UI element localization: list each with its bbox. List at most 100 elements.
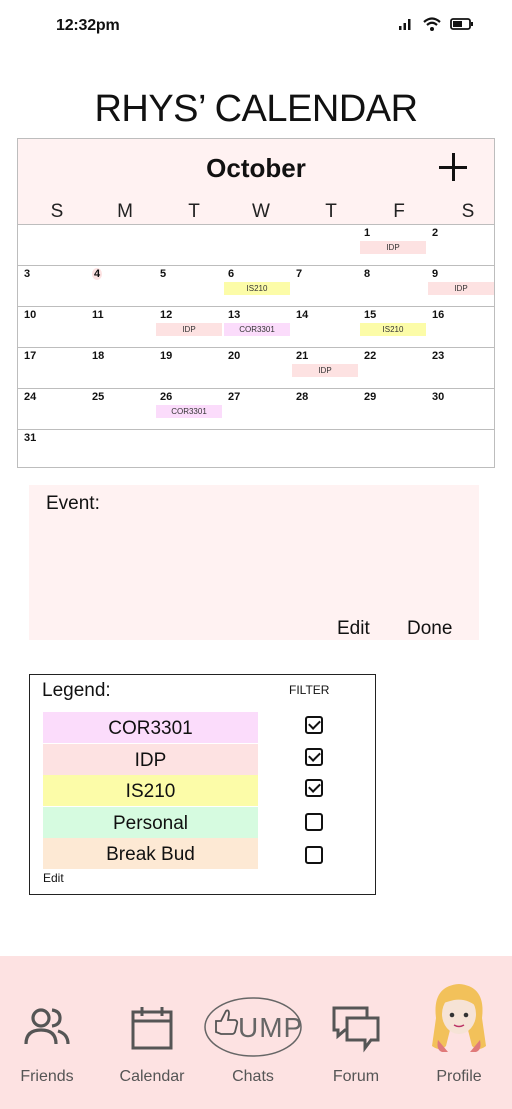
nav-profile[interactable]: Profile xyxy=(414,956,504,1096)
nav-chats[interactable]: UMP Chats xyxy=(204,956,302,1096)
calendar-day-cell[interactable]: 1 IDP xyxy=(360,226,427,265)
day-number: 15 xyxy=(364,309,377,321)
calendar-day-cell[interactable]: 5 xyxy=(156,267,223,306)
calendar-day-cell[interactable]: 10 xyxy=(20,308,87,347)
calendar-day-cell xyxy=(88,226,155,265)
day-number: 28 xyxy=(296,391,309,403)
calendar-event-chip[interactable]: COR3301 xyxy=(224,323,290,336)
calendar-day-cell[interactable]: 17 xyxy=(20,349,87,388)
day-number: 21 xyxy=(296,350,309,362)
calendar-day-cell[interactable]: 3 xyxy=(20,267,87,306)
day-number: 12 xyxy=(160,309,173,321)
nav-calendar[interactable]: Calendar xyxy=(107,956,197,1096)
calendar-day-cell[interactable]: 15 IS210 xyxy=(360,308,427,347)
legend-edit-button[interactable]: Edit xyxy=(43,871,64,885)
calendar-day-cell[interactable]: 2 xyxy=(428,226,495,265)
day-number: 17 xyxy=(24,350,37,362)
calendar-day-cell[interactable]: 22 xyxy=(360,349,427,388)
calendar-day-cell[interactable]: 6 IS210 xyxy=(224,267,291,306)
day-number: 18 xyxy=(92,350,105,362)
weekday-label: M xyxy=(117,201,133,222)
friends-icon xyxy=(24,1008,70,1045)
status-icons xyxy=(398,16,474,32)
calendar-event-chip[interactable]: IS210 xyxy=(360,323,426,336)
calendar-day-cell[interactable]: 8 xyxy=(360,267,427,306)
calendar-day-cell xyxy=(292,431,359,470)
calendar-day-cell[interactable]: 30 xyxy=(428,390,495,429)
nav-label-forum: Forum xyxy=(332,1068,380,1085)
filter-checkbox[interactable] xyxy=(305,716,323,734)
event-panel: Event: Edit Done xyxy=(29,485,479,640)
weekday-label: T xyxy=(325,201,337,222)
day-number: 9 xyxy=(432,268,439,280)
calendar-day-cell[interactable]: 26 COR3301 xyxy=(156,390,223,429)
calendar-day-cell[interactable]: 23 xyxy=(428,349,495,388)
calendar-day-cell[interactable]: 16 xyxy=(428,308,495,347)
calendar-day-cell[interactable]: 9 IDP xyxy=(428,267,495,306)
weekday-label: S xyxy=(50,201,64,222)
nav-friends[interactable]: Friends xyxy=(2,956,92,1096)
filter-checkbox[interactable] xyxy=(305,747,323,766)
day-number: 30 xyxy=(432,391,445,403)
calendar-day-cell[interactable]: 27 xyxy=(224,390,291,429)
filter-checkbox[interactable] xyxy=(305,812,323,831)
calendar-day-cell[interactable]: 21 IDP xyxy=(292,349,359,388)
calendar-day-cell[interactable]: 20 xyxy=(224,349,291,388)
legend-item: Personal xyxy=(43,806,258,838)
day-number: 3 xyxy=(24,268,31,280)
calendar-day-cell xyxy=(224,226,291,265)
calendar-day-cell[interactable]: 7 xyxy=(292,267,359,306)
nav-label-friends: Friends xyxy=(20,1068,74,1085)
calendar-day-cell[interactable]: 4 xyxy=(88,267,155,306)
calendar-event-chip[interactable]: IDP xyxy=(292,364,358,377)
calendar-day-cell[interactable]: 14 xyxy=(292,308,359,347)
calendar-event-chip[interactable]: IS210 xyxy=(224,282,290,295)
day-number: 25 xyxy=(92,391,105,403)
calendar-header: October S M T W T F S xyxy=(18,139,494,224)
calendar-day-cell xyxy=(428,431,495,470)
filter-checkbox[interactable] xyxy=(305,779,323,797)
calendar-day-cell[interactable]: 25 xyxy=(88,390,155,429)
battery-icon xyxy=(450,17,474,31)
weekday-label: F xyxy=(393,201,405,222)
filter-checkbox[interactable] xyxy=(305,846,323,864)
calendar-day-cell xyxy=(292,226,359,265)
day-number: 13 xyxy=(228,309,241,321)
profile-avatar-icon xyxy=(432,984,486,1052)
calendar-week-row: 17 18 19 20 21 IDP 22 23 xyxy=(18,347,494,388)
day-number: 8 xyxy=(364,268,371,280)
calendar-event-chip[interactable]: IDP xyxy=(360,241,426,254)
calendar-event-chip[interactable]: IDP xyxy=(156,323,222,336)
calendar-day-cell[interactable]: 12 IDP xyxy=(156,308,223,347)
day-number: 22 xyxy=(364,350,377,362)
day-number: 4 xyxy=(92,268,103,280)
add-event-button[interactable] xyxy=(436,149,470,183)
calendar-event-chip[interactable]: COR3301 xyxy=(156,405,222,418)
edit-event-button[interactable]: Edit xyxy=(337,618,370,640)
bottom-nav: Friends Calendar UMP Chats Forum Profile xyxy=(0,956,512,1109)
calendar: October SMTWTFS 1 IDP 2 3 4 5 6 IS210 7 8 9 IDP 10 11… xyxy=(17,138,495,468)
day-number: 5 xyxy=(160,268,167,280)
wifi-icon xyxy=(422,16,442,32)
calendar-day-cell xyxy=(156,226,223,265)
nav-forum[interactable]: Forum xyxy=(311,956,401,1096)
calendar-day-cell xyxy=(224,431,291,470)
calendar-day-cell[interactable]: 28 xyxy=(292,390,359,429)
day-number: 7 xyxy=(296,268,303,280)
calendar-day-cell[interactable]: 31 xyxy=(20,431,87,470)
calendar-event-chip[interactable]: IDP xyxy=(428,282,494,295)
calendar-day-cell[interactable]: 24 xyxy=(20,390,87,429)
calendar-day-cell[interactable]: 18 xyxy=(88,349,155,388)
day-number: 6 xyxy=(228,268,235,280)
legend-item: IDP xyxy=(43,743,258,775)
done-button[interactable]: Done xyxy=(407,618,452,640)
calendar-day-cell[interactable]: 29 xyxy=(360,390,427,429)
nav-label-chats: Chats xyxy=(232,1068,274,1085)
calendar-day-cell xyxy=(156,431,223,470)
day-number: 31 xyxy=(24,432,37,444)
calendar-day-cell[interactable]: 11 xyxy=(88,308,155,347)
day-number: 24 xyxy=(24,391,37,403)
calendar-day-cell[interactable]: 13 COR3301 xyxy=(224,308,291,347)
calendar-day-cell[interactable]: 19 xyxy=(156,349,223,388)
day-number: 16 xyxy=(432,309,445,321)
